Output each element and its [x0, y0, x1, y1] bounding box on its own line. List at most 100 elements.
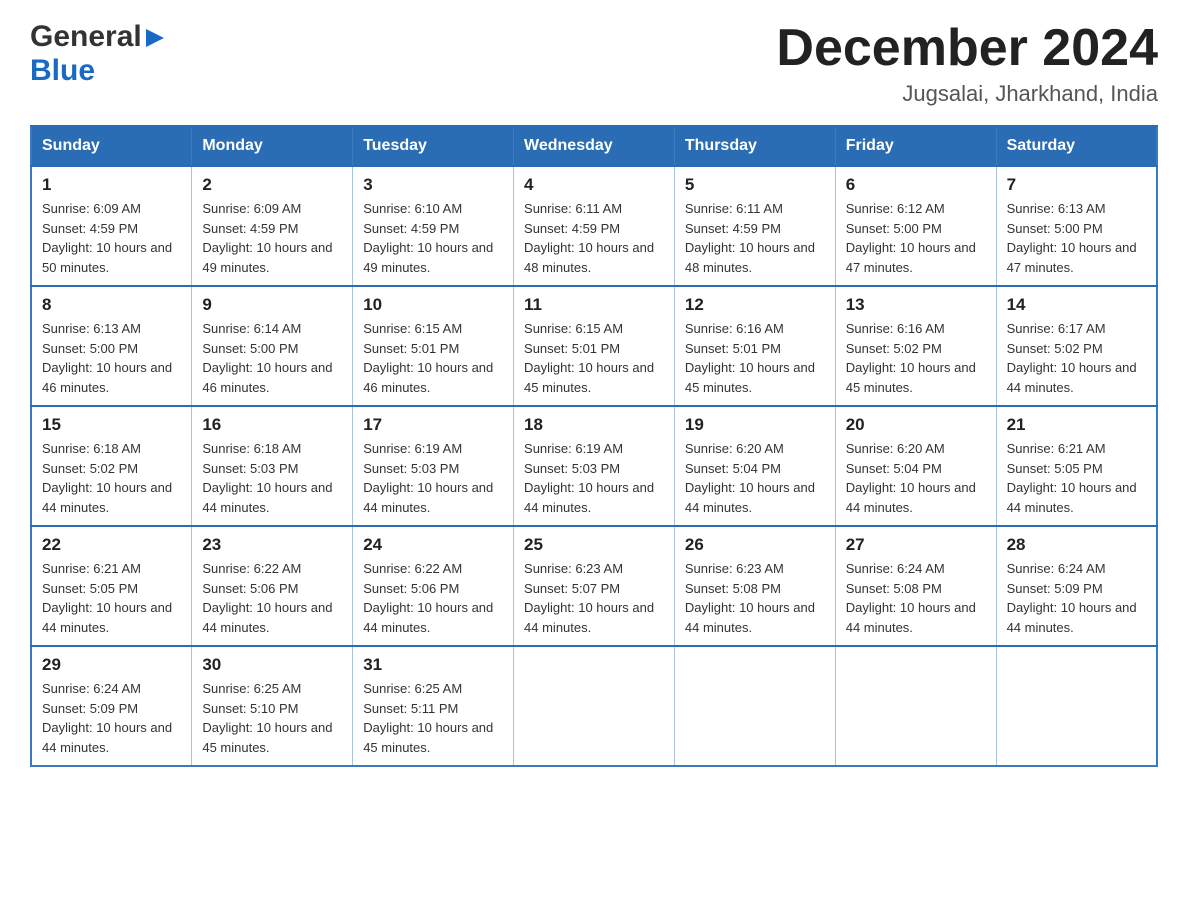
day-info: Sunrise: 6:24 AMSunset: 5:09 PMDaylight:…: [42, 679, 181, 757]
day-info: Sunrise: 6:25 AMSunset: 5:10 PMDaylight:…: [202, 679, 342, 757]
day-info: Sunrise: 6:18 AMSunset: 5:03 PMDaylight:…: [202, 439, 342, 517]
col-monday: Monday: [192, 126, 353, 166]
calendar-cell: 18Sunrise: 6:19 AMSunset: 5:03 PMDayligh…: [514, 406, 675, 526]
day-number: 14: [1007, 295, 1146, 315]
day-number: 11: [524, 295, 664, 315]
calendar-week-row: 15 Sunrise: 6:18 AMSunset: 5:02 PMDayligh…: [31, 406, 1157, 526]
day-info: Sunrise: 6:18 AMSunset: 5:02 PMDaylight:…: [42, 439, 181, 517]
day-number: 15: [42, 415, 181, 435]
location-text: Jugsalai, Jharkhand, India: [776, 81, 1158, 107]
day-number: 25: [524, 535, 664, 555]
calendar-cell: 2 Sunrise: 6:09 AMSunset: 4:59 PMDaylight…: [192, 166, 353, 286]
day-info: Sunrise: 6:13 AMSunset: 5:00 PMDaylight:…: [1007, 199, 1146, 277]
day-info: Sunrise: 6:14 AMSunset: 5:00 PMDaylight:…: [202, 319, 342, 397]
calendar-cell: 24 Sunrise: 6:22 AMSunset: 5:06 PMDayligh…: [353, 526, 514, 646]
day-info: Sunrise: 6:16 AMSunset: 5:02 PMDaylight:…: [846, 319, 986, 397]
day-info: Sunrise: 6:21 AMSunset: 5:05 PMDaylight:…: [1007, 439, 1146, 517]
day-number: 21: [1007, 415, 1146, 435]
day-info: Sunrise: 6:09 AMSunset: 4:59 PMDaylight:…: [202, 199, 342, 277]
logo-blue-text: Blue: [30, 54, 95, 88]
day-info: Sunrise: 6:20 AMSunset: 5:04 PMDaylight:…: [846, 439, 986, 517]
day-number: 28: [1007, 535, 1146, 555]
calendar-cell: 16 Sunrise: 6:18 AMSunset: 5:03 PMDayligh…: [192, 406, 353, 526]
day-info: Sunrise: 6:15 AMSunset: 5:01 PMDaylight:…: [363, 319, 503, 397]
day-number: 26: [685, 535, 825, 555]
day-number: 24: [363, 535, 503, 555]
day-number: 7: [1007, 175, 1146, 195]
calendar-cell: 22 Sunrise: 6:21 AMSunset: 5:05 PMDayligh…: [31, 526, 192, 646]
day-info: Sunrise: 6:17 AMSunset: 5:02 PMDaylight:…: [1007, 319, 1146, 397]
day-number: 22: [42, 535, 181, 555]
logo-general-text: General: [30, 20, 142, 54]
day-number: 19: [685, 415, 825, 435]
calendar-cell: 6 Sunrise: 6:12 AMSunset: 5:00 PMDaylight…: [835, 166, 996, 286]
calendar-cell: 20 Sunrise: 6:20 AMSunset: 5:04 PMDayligh…: [835, 406, 996, 526]
calendar-header-row: Sunday Monday Tuesday Wednesday Thursday…: [31, 126, 1157, 166]
day-number: 17: [363, 415, 503, 435]
day-info: Sunrise: 6:22 AMSunset: 5:06 PMDaylight:…: [363, 559, 503, 637]
calendar-cell: 8Sunrise: 6:13 AMSunset: 5:00 PMDaylight…: [31, 286, 192, 406]
day-number: 31: [363, 655, 503, 675]
col-tuesday: Tuesday: [353, 126, 514, 166]
day-number: 6: [846, 175, 986, 195]
col-saturday: Saturday: [996, 126, 1157, 166]
calendar-cell: 30Sunrise: 6:25 AMSunset: 5:10 PMDayligh…: [192, 646, 353, 766]
day-number: 2: [202, 175, 342, 195]
day-number: 9: [202, 295, 342, 315]
calendar-cell: 17 Sunrise: 6:19 AMSunset: 5:03 PMDayligh…: [353, 406, 514, 526]
calendar-cell: 27 Sunrise: 6:24 AMSunset: 5:08 PMDayligh…: [835, 526, 996, 646]
calendar-week-row: 8Sunrise: 6:13 AMSunset: 5:00 PMDaylight…: [31, 286, 1157, 406]
calendar-cell: 25 Sunrise: 6:23 AMSunset: 5:07 PMDayligh…: [514, 526, 675, 646]
calendar-cell: 9 Sunrise: 6:14 AMSunset: 5:00 PMDaylight…: [192, 286, 353, 406]
day-number: 10: [363, 295, 503, 315]
day-info: Sunrise: 6:11 AMSunset: 4:59 PMDaylight:…: [685, 199, 825, 277]
calendar-cell: [514, 646, 675, 766]
day-number: 18: [524, 415, 664, 435]
day-info: Sunrise: 6:23 AMSunset: 5:08 PMDaylight:…: [685, 559, 825, 637]
calendar-cell: 1 Sunrise: 6:09 AMSunset: 4:59 PMDaylight…: [31, 166, 192, 286]
day-info: Sunrise: 6:09 AMSunset: 4:59 PMDaylight:…: [42, 199, 181, 277]
title-block: December 2024 Jugsalai, Jharkhand, India: [776, 20, 1158, 107]
calendar-cell: [835, 646, 996, 766]
calendar-cell: 4 Sunrise: 6:11 AMSunset: 4:59 PMDaylight…: [514, 166, 675, 286]
calendar-cell: 10 Sunrise: 6:15 AMSunset: 5:01 PMDayligh…: [353, 286, 514, 406]
day-info: Sunrise: 6:19 AMSunset: 5:03 PMDaylight:…: [363, 439, 503, 517]
calendar-cell: 14 Sunrise: 6:17 AMSunset: 5:02 PMDayligh…: [996, 286, 1157, 406]
day-info: Sunrise: 6:13 AMSunset: 5:00 PMDaylight:…: [42, 319, 181, 397]
day-number: 16: [202, 415, 342, 435]
calendar-week-row: 22 Sunrise: 6:21 AMSunset: 5:05 PMDayligh…: [31, 526, 1157, 646]
day-number: 4: [524, 175, 664, 195]
calendar-week-row: 29 Sunrise: 6:24 AMSunset: 5:09 PMDayligh…: [31, 646, 1157, 766]
day-number: 12: [685, 295, 825, 315]
col-sunday: Sunday: [31, 126, 192, 166]
day-info: Sunrise: 6:15 AMSunset: 5:01 PMDaylight:…: [524, 319, 664, 397]
day-info: Sunrise: 6:22 AMSunset: 5:06 PMDaylight:…: [202, 559, 342, 637]
logo: General Blue: [30, 20, 166, 88]
day-info: Sunrise: 6:23 AMSunset: 5:07 PMDaylight:…: [524, 559, 664, 637]
day-info: Sunrise: 6:21 AMSunset: 5:05 PMDaylight:…: [42, 559, 181, 637]
calendar-cell: 19Sunrise: 6:20 AMSunset: 5:04 PMDayligh…: [674, 406, 835, 526]
day-info: Sunrise: 6:24 AMSunset: 5:09 PMDaylight:…: [1007, 559, 1146, 637]
day-number: 29: [42, 655, 181, 675]
logo-arrow-icon: [144, 27, 166, 49]
calendar-cell: 11 Sunrise: 6:15 AMSunset: 5:01 PMDayligh…: [514, 286, 675, 406]
calendar-cell: [996, 646, 1157, 766]
calendar-table: Sunday Monday Tuesday Wednesday Thursday…: [30, 125, 1158, 767]
calendar-cell: 15 Sunrise: 6:18 AMSunset: 5:02 PMDayligh…: [31, 406, 192, 526]
day-number: 20: [846, 415, 986, 435]
calendar-cell: 3Sunrise: 6:10 AMSunset: 4:59 PMDaylight…: [353, 166, 514, 286]
day-number: 1: [42, 175, 181, 195]
day-info: Sunrise: 6:24 AMSunset: 5:08 PMDaylight:…: [846, 559, 986, 637]
day-info: Sunrise: 6:12 AMSunset: 5:00 PMDaylight:…: [846, 199, 986, 277]
calendar-cell: [674, 646, 835, 766]
calendar-cell: 23Sunrise: 6:22 AMSunset: 5:06 PMDayligh…: [192, 526, 353, 646]
col-thursday: Thursday: [674, 126, 835, 166]
month-title: December 2024: [776, 20, 1158, 77]
calendar-cell: 31Sunrise: 6:25 AMSunset: 5:11 PMDayligh…: [353, 646, 514, 766]
calendar-week-row: 1 Sunrise: 6:09 AMSunset: 4:59 PMDaylight…: [31, 166, 1157, 286]
day-number: 5: [685, 175, 825, 195]
calendar-cell: 29 Sunrise: 6:24 AMSunset: 5:09 PMDayligh…: [31, 646, 192, 766]
day-info: Sunrise: 6:11 AMSunset: 4:59 PMDaylight:…: [524, 199, 664, 277]
day-number: 27: [846, 535, 986, 555]
calendar-cell: 7 Sunrise: 6:13 AMSunset: 5:00 PMDaylight…: [996, 166, 1157, 286]
